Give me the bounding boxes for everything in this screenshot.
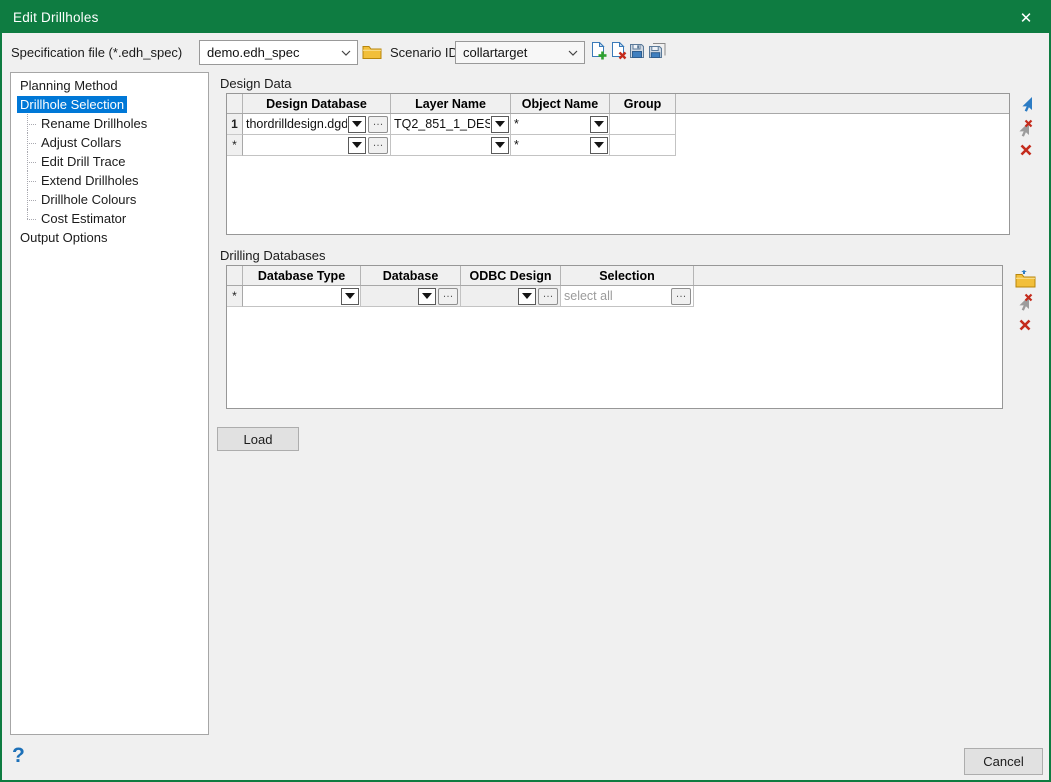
tree-item-drillhole-selection[interactable]: Drillhole Selection — [11, 95, 208, 114]
design-data-title: Design Data — [220, 76, 292, 91]
drilling-databases-title: Drilling Databases — [220, 248, 326, 263]
col-header-design-database[interactable]: Design Database — [243, 94, 391, 113]
dropdown-arrow-icon[interactable] — [491, 116, 509, 133]
layer-name-cell[interactable]: TQ2_851_1_DESIGN — [391, 114, 511, 135]
browse-button[interactable]: … — [368, 137, 388, 154]
spec-file-combobox[interactable]: demo.edh_spec — [199, 40, 358, 65]
database-cell[interactable]: … — [361, 286, 461, 307]
selection-placeholder: select all — [561, 289, 670, 303]
cancel-pick-icon[interactable] — [1015, 293, 1034, 312]
save-icon[interactable] — [628, 42, 645, 60]
table-row: * … … select all … — [227, 286, 1002, 307]
dropdown-arrow-icon[interactable] — [518, 288, 536, 305]
new-scenario-icon[interactable] — [589, 41, 607, 61]
titlebar: Edit Drillholes ✕ — [2, 2, 1049, 33]
dropdown-arrow-icon[interactable] — [491, 137, 509, 154]
object-name-value: * — [511, 117, 589, 131]
tree-item-adjust-collars[interactable]: Adjust Collars — [11, 133, 208, 152]
layer-name-cell[interactable] — [391, 135, 511, 156]
help-icon[interactable]: ? — [12, 744, 25, 768]
col-header-object-name[interactable]: Object Name — [511, 94, 610, 113]
spec-file-value: demo.edh_spec — [200, 45, 335, 60]
load-button[interactable]: Load — [217, 427, 299, 451]
cancel-pick-icon[interactable] — [1015, 119, 1034, 138]
drilling-databases-grid: Database Type Database ODBC Design Selec… — [226, 265, 1003, 409]
chevron-down-icon[interactable] — [335, 50, 357, 56]
tree-item-edit-drill-trace[interactable]: Edit Drill Trace — [11, 152, 208, 171]
delete-row-icon[interactable] — [1019, 319, 1031, 331]
dropdown-arrow-icon[interactable] — [418, 288, 436, 305]
col-header-database-type[interactable]: Database Type — [243, 266, 361, 285]
row-number[interactable]: * — [227, 135, 243, 156]
load-database-folder-icon[interactable] — [1015, 270, 1036, 288]
scenario-id-value: collartarget — [456, 45, 562, 60]
edit-drillholes-dialog: Edit Drillholes ✕ Specification file (*.… — [0, 0, 1051, 782]
header-filler — [676, 94, 1009, 113]
delete-scenario-icon[interactable] — [609, 41, 627, 61]
col-header-database[interactable]: Database — [361, 266, 461, 285]
odbc-design-cell[interactable]: … — [461, 286, 561, 307]
dropdown-arrow-icon[interactable] — [348, 116, 366, 133]
table-row: 1 thordrilldesign.dgd.is … TQ2_851_1_DES… — [227, 114, 1009, 135]
object-name-cell[interactable]: * — [511, 135, 610, 156]
drilling-databases-header-row: Database Type Database ODBC Design Selec… — [227, 266, 1002, 286]
layer-name-value: TQ2_851_1_DESIGN — [391, 117, 490, 131]
browse-button[interactable]: … — [368, 116, 388, 133]
database-type-cell[interactable] — [243, 286, 361, 307]
tree-item-output-options[interactable]: Output Options — [11, 228, 208, 247]
spec-file-label: Specification file (*.edh_spec) — [11, 45, 182, 60]
row-number-header — [227, 266, 243, 285]
tree-item-cost-estimator[interactable]: Cost Estimator — [11, 209, 208, 228]
header-filler — [694, 266, 1002, 285]
tree-item-planning-method[interactable]: Planning Method — [11, 76, 208, 95]
dropdown-arrow-icon[interactable] — [590, 116, 608, 133]
col-header-selection[interactable]: Selection — [561, 266, 694, 285]
row-number[interactable]: 1 — [227, 114, 243, 135]
browse-button[interactable]: … — [538, 288, 558, 305]
delete-row-icon[interactable] — [1020, 144, 1032, 156]
browse-button[interactable]: … — [438, 288, 458, 305]
design-data-grid: Design Database Layer Name Object Name G… — [226, 93, 1010, 235]
scenario-id-label: Scenario ID — [390, 45, 458, 60]
close-icon[interactable]: ✕ — [1003, 2, 1049, 33]
scenario-id-combobox[interactable]: collartarget — [455, 41, 585, 64]
tree-item-rename-drillholes[interactable]: Rename Drillholes — [11, 114, 208, 133]
group-cell[interactable] — [610, 135, 676, 156]
col-header-group[interactable]: Group — [610, 94, 676, 113]
open-folder-icon[interactable] — [361, 42, 383, 61]
chevron-down-icon[interactable] — [562, 50, 584, 56]
table-row: * … * — [227, 135, 1009, 156]
selection-cell[interactable]: select all … — [561, 286, 694, 307]
dropdown-arrow-icon[interactable] — [348, 137, 366, 154]
row-number[interactable]: * — [227, 286, 243, 307]
col-header-layer-name[interactable]: Layer Name — [391, 94, 511, 113]
browse-button[interactable]: … — [671, 288, 691, 305]
tree-item-extend-drillholes[interactable]: Extend Drillholes — [11, 171, 208, 190]
window-title: Edit Drillholes — [2, 10, 99, 25]
design-database-cell[interactable]: … — [243, 135, 391, 156]
col-header-odbc-design[interactable]: ODBC Design — [461, 266, 561, 285]
design-data-header-row: Design Database Layer Name Object Name G… — [227, 94, 1009, 114]
cancel-button[interactable]: Cancel — [964, 748, 1043, 775]
design-database-cell[interactable]: thordrilldesign.dgd.is … — [243, 114, 391, 135]
design-database-value: thordrilldesign.dgd.is — [243, 117, 347, 131]
group-cell[interactable] — [610, 114, 676, 135]
planning-tree: Planning Method Drillhole Selection Rena… — [10, 72, 209, 735]
save-copy-icon[interactable] — [647, 42, 666, 60]
tree-item-drillhole-colours[interactable]: Drillhole Colours — [11, 190, 208, 209]
dropdown-arrow-icon[interactable] — [341, 288, 359, 305]
object-name-value: * — [511, 138, 589, 152]
row-number-header — [227, 94, 243, 113]
pick-from-screen-icon[interactable] — [1018, 97, 1034, 113]
dropdown-arrow-icon[interactable] — [590, 137, 608, 154]
object-name-cell[interactable]: * — [511, 114, 610, 135]
